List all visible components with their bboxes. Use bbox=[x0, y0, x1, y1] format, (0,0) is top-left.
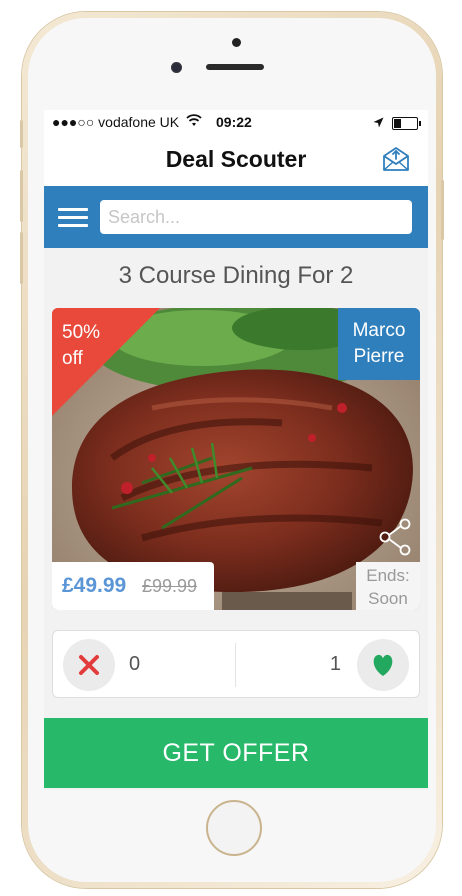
app-title: Deal Scouter bbox=[165, 146, 307, 172]
vote-bar: 0 1 bbox=[52, 630, 420, 698]
clock: 09:22 bbox=[216, 114, 252, 130]
dislike-count: 0 bbox=[129, 653, 141, 675]
location-arrow-icon bbox=[373, 115, 384, 131]
menu-icon[interactable] bbox=[58, 208, 88, 227]
share-icon[interactable] bbox=[378, 518, 412, 556]
get-offer-button[interactable]: GET OFFER bbox=[44, 718, 428, 788]
app-header: Deal Scouter bbox=[44, 134, 428, 186]
mute-switch bbox=[20, 120, 23, 148]
front-camera bbox=[171, 62, 182, 73]
deal-price: £49.99 bbox=[62, 574, 127, 597]
carrier-label: ●●●○○ vodafone UK bbox=[52, 114, 180, 130]
earpiece-speaker bbox=[206, 64, 264, 70]
home-button[interactable] bbox=[206, 800, 262, 856]
close-icon bbox=[79, 655, 99, 675]
original-price: £99.99 bbox=[142, 576, 198, 596]
ends-value: Soon bbox=[368, 589, 408, 608]
app-screen: ●●●○○ vodafone UK 09:22 Deal Scouter 3 C… bbox=[44, 110, 428, 790]
like-button[interactable] bbox=[357, 639, 409, 691]
price-box: £49.99 £99.99 bbox=[52, 562, 214, 610]
search-input[interactable] bbox=[100, 200, 412, 234]
ends-badge: Ends: Soon bbox=[356, 562, 420, 610]
ends-label: Ends: bbox=[366, 566, 410, 585]
dislike-button[interactable] bbox=[63, 639, 115, 691]
mail-icon[interactable] bbox=[382, 144, 410, 172]
chef-first-name: Marco bbox=[352, 320, 406, 341]
status-bar: ●●●○○ vodafone UK 09:22 bbox=[44, 110, 428, 134]
battery-icon bbox=[392, 116, 421, 130]
vote-divider bbox=[235, 643, 236, 687]
deal-card[interactable]: 50% off Marco Pierre £49.99 £99.99 Ends:… bbox=[52, 308, 420, 610]
heart-icon bbox=[373, 654, 393, 676]
proximity-sensor bbox=[232, 38, 241, 47]
wifi-icon bbox=[186, 114, 202, 130]
chef-badge: Marco Pierre bbox=[338, 308, 420, 380]
discount-percent: 50% bbox=[62, 322, 101, 343]
discount-off: off bbox=[62, 348, 83, 369]
chef-last-name: Pierre bbox=[353, 346, 405, 367]
discount-badge: 50% off bbox=[62, 320, 100, 372]
volume-down-button bbox=[20, 232, 23, 284]
like-count: 1 bbox=[329, 653, 341, 675]
power-button bbox=[441, 180, 444, 240]
deal-title: 3 Course Dining For 2 bbox=[118, 262, 354, 289]
search-bar bbox=[44, 186, 428, 248]
volume-up-button bbox=[20, 170, 23, 222]
